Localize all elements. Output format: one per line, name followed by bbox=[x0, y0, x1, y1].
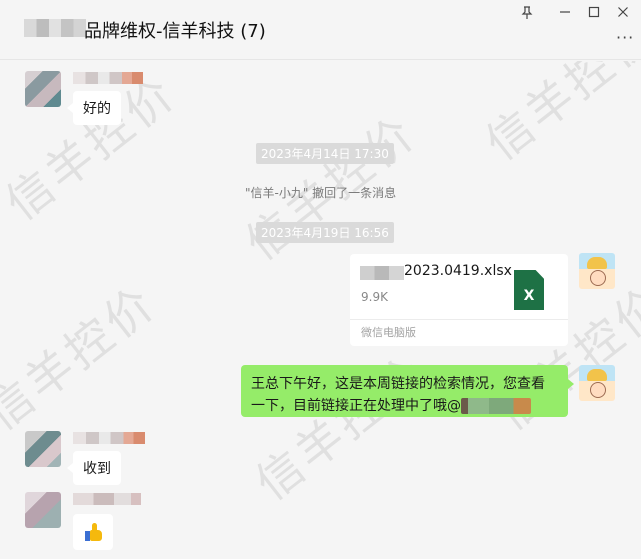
file-size: 9.9K bbox=[361, 290, 388, 304]
avatar[interactable] bbox=[25, 431, 61, 467]
title-redacted bbox=[24, 19, 86, 37]
watermark: 信羊控价 bbox=[475, 61, 641, 171]
watermark: 信羊控价 bbox=[0, 274, 167, 441]
sender-name-redacted bbox=[73, 493, 141, 505]
divider bbox=[350, 319, 568, 320]
message-bubble[interactable]: 收到 bbox=[67, 451, 121, 485]
sender-name-redacted bbox=[73, 432, 145, 444]
minimize-icon[interactable] bbox=[554, 3, 576, 21]
excel-icon: X bbox=[514, 270, 544, 310]
title-bar: 品牌维权-信羊科技 (7) ··· bbox=[0, 0, 641, 60]
mention-redacted bbox=[461, 398, 531, 414]
file-message-card[interactable]: 2023.0419.xlsx 9.9K X 微信电脑版 bbox=[350, 254, 568, 346]
avatar[interactable] bbox=[25, 492, 61, 528]
message-bubble[interactable]: 好的 bbox=[67, 91, 121, 125]
avatar[interactable] bbox=[25, 71, 61, 107]
file-name: 2023.0419.xlsx bbox=[404, 263, 512, 279]
chat-title: 品牌维权-信羊科技 (7) bbox=[84, 21, 266, 42]
chat-message-area[interactable]: 信羊控价 信羊控价 信羊控价 信羊控价 信羊控价 信羊控价 好的 2023年4月… bbox=[0, 61, 641, 559]
message-bubble-outgoing[interactable]: 王总下午好，这是本周链接的检索情况，您查看一下，目前链接正在处理中了哦@ bbox=[241, 365, 574, 417]
emoji-message[interactable] bbox=[73, 514, 113, 550]
my-avatar[interactable] bbox=[579, 253, 615, 289]
maximize-icon[interactable] bbox=[583, 3, 605, 21]
timestamp: 2023年4月14日 17:30 bbox=[256, 143, 394, 164]
close-icon[interactable] bbox=[612, 3, 634, 21]
recall-notice: "信羊-小九" 撤回了一条消息 bbox=[245, 186, 397, 200]
timestamp: 2023年4月19日 16:56 bbox=[256, 222, 394, 243]
file-source: 微信电脑版 bbox=[361, 326, 416, 339]
sender-name-redacted bbox=[73, 72, 143, 84]
thumbs-up-icon bbox=[84, 523, 102, 541]
file-name-redacted bbox=[360, 266, 404, 280]
more-options-button[interactable]: ··· bbox=[616, 28, 634, 47]
pin-icon[interactable] bbox=[516, 3, 538, 21]
my-avatar[interactable] bbox=[579, 365, 615, 401]
